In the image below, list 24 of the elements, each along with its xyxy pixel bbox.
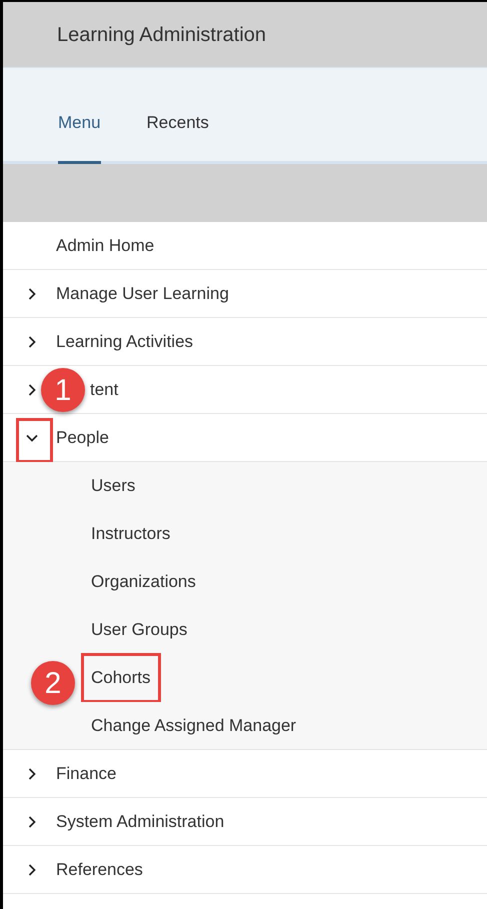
app-title: Learning Administration (57, 22, 266, 48)
submenu-item[interactable]: User Groups (91, 617, 188, 643)
submenu-item[interactable]: Instructors (91, 521, 170, 547)
menu-label: System Administration (56, 810, 224, 833)
submenu-item[interactable]: Organizations (91, 569, 196, 595)
menu-label: Learning Activities (56, 330, 194, 353)
menu-label: Finance (56, 762, 116, 785)
menu-label: References (56, 858, 143, 881)
chevron-icon[interactable] (26, 864, 38, 876)
step-number-badge: 1 (41, 368, 85, 412)
menu-item[interactable]: 1 tent (3, 366, 487, 414)
chevron-icon[interactable] (26, 816, 38, 828)
menu-label: Admin Home (56, 234, 154, 257)
menu-label: Manage User Learning (56, 282, 229, 305)
submenu-item[interactable]: Users (91, 473, 136, 499)
menu-label: People (56, 426, 109, 449)
chevron-icon[interactable] (26, 288, 38, 300)
chevron-icon[interactable] (26, 432, 38, 444)
step-number-badge: 2 (31, 661, 75, 705)
chevron-icon[interactable] (26, 768, 38, 780)
menu-label: tent (90, 378, 118, 401)
chevron-icon[interactable] (26, 384, 38, 396)
tab[interactable]: Recents (146, 110, 209, 164)
chevron-icon[interactable] (26, 336, 38, 348)
